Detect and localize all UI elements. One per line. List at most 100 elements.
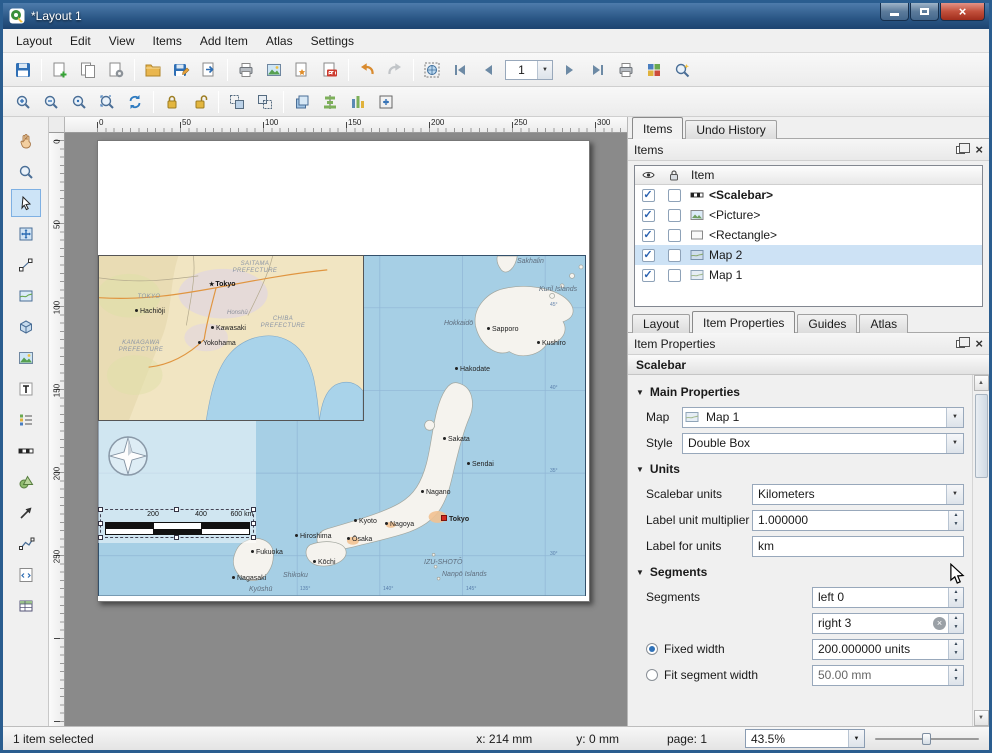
visibility-checkbox[interactable]: ✓ — [642, 269, 655, 282]
slider-handle[interactable] — [922, 733, 931, 745]
lock-checkbox[interactable] — [668, 249, 681, 262]
item-row-map1[interactable]: ✓ Map 1 — [635, 265, 982, 285]
resize-handle[interactable] — [98, 535, 103, 540]
chevron-down-icon[interactable]: ▼ — [946, 485, 963, 504]
first-feature-button[interactable] — [446, 57, 474, 83]
save-project-button[interactable] — [9, 57, 37, 83]
menu-atlas[interactable]: Atlas — [257, 30, 302, 52]
spin-down-icon[interactable]: ▼ — [949, 597, 963, 607]
add-legend-tool[interactable] — [11, 406, 41, 434]
item-row-rectangle[interactable]: ✓ <Rectangle> — [635, 225, 982, 245]
zoom-in-button[interactable] — [9, 89, 37, 115]
next-feature-button[interactable] — [556, 57, 584, 83]
scroll-down-icon[interactable]: ▼ — [974, 710, 989, 726]
resize-handle[interactable] — [251, 535, 256, 540]
chevron-down-icon[interactable]: ▼ — [946, 408, 963, 427]
float-panel-icon[interactable] — [956, 146, 965, 154]
chevron-down-icon[interactable]: ▼ — [946, 434, 963, 453]
add-html-tool[interactable] — [11, 561, 41, 589]
visibility-checkbox[interactable]: ✓ — [642, 249, 655, 262]
menu-layout[interactable]: Layout — [7, 30, 61, 52]
close-panel-icon[interactable]: × — [975, 338, 983, 350]
chevron-down-icon[interactable]: ▼ — [537, 61, 552, 79]
spin-up-icon[interactable]: ▲ — [949, 511, 963, 521]
atlas-page-combo[interactable]: 1 ▼ — [505, 60, 553, 80]
zoom-tool[interactable] — [11, 158, 41, 186]
zoom-full-button[interactable] — [93, 89, 121, 115]
item-row-scalebar[interactable]: ✓ <Scalebar> — [635, 185, 982, 205]
raise-items-button[interactable] — [288, 89, 316, 115]
chevron-down-icon[interactable]: ▼ — [848, 730, 864, 747]
lock-checkbox[interactable] — [668, 229, 681, 242]
maximize-button[interactable] — [910, 3, 939, 21]
tab-guides[interactable]: Guides — [797, 314, 857, 333]
segments-left-spin[interactable]: left 0 ▲▼ — [812, 587, 964, 608]
redo-button[interactable] — [381, 57, 409, 83]
distribute-items-button[interactable] — [344, 89, 372, 115]
visibility-checkbox[interactable]: ✓ — [642, 189, 655, 202]
pan-tool[interactable] — [11, 127, 41, 155]
map1-item[interactable]: SAITAMA PREFECTURE TOKYO ★Tokyo Hachiōji… — [98, 255, 364, 421]
titlebar[interactable]: *Layout 1 × — [3, 3, 989, 29]
properties-scrollbar[interactable]: ▲ ▼ — [972, 375, 989, 726]
zoom-actual-button[interactable] — [65, 89, 93, 115]
add-scalebar-tool[interactable] — [11, 437, 41, 465]
menu-settings[interactable]: Settings — [302, 30, 363, 52]
label-for-units-input[interactable]: km — [752, 536, 964, 557]
layout-manager-button[interactable] — [102, 57, 130, 83]
save-as-template-button[interactable] — [167, 57, 195, 83]
spin-down-icon[interactable]: ▼ — [949, 520, 963, 530]
previous-feature-button[interactable] — [474, 57, 502, 83]
align-items-button[interactable] — [316, 89, 344, 115]
scrollbar-thumb[interactable] — [975, 394, 988, 478]
add-3d-map-tool[interactable] — [11, 313, 41, 341]
vertical-ruler[interactable]: 0 50 100 150 200 250 — [49, 133, 65, 726]
tab-atlas[interactable]: Atlas — [859, 314, 908, 333]
preview-atlas-button[interactable] — [418, 57, 446, 83]
layout-canvas[interactable]: Sakhalin Kuril Islands Sapporo Hokkaidō … — [65, 133, 627, 726]
add-arrow-tool[interactable] — [11, 499, 41, 527]
spin-down-icon[interactable]: ▼ — [949, 623, 963, 633]
export-pdf-button[interactable] — [316, 57, 344, 83]
properties-scroll-area[interactable]: ▼ Main Properties Map Map 1 ▼ — [628, 375, 972, 726]
tab-items[interactable]: Items — [632, 117, 683, 139]
zoom-slider[interactable] — [875, 731, 979, 747]
menu-view[interactable]: View — [100, 30, 144, 52]
print-atlas-button[interactable] — [612, 57, 640, 83]
resize-handle[interactable] — [251, 521, 256, 526]
ungroup-items-button[interactable] — [251, 89, 279, 115]
add-node-item-tool[interactable] — [11, 530, 41, 558]
add-map-tool[interactable] — [11, 282, 41, 310]
lock-checkbox[interactable] — [668, 189, 681, 202]
fit-segment-width-radio[interactable] — [646, 669, 658, 681]
duplicate-layout-button[interactable] — [74, 57, 102, 83]
undo-button[interactable] — [353, 57, 381, 83]
horizontal-ruler[interactable]: 0 50 100 150 200 250 300 — [65, 117, 627, 133]
fit-segment-width-spin[interactable]: 50.00 mm ▲▼ — [812, 665, 964, 686]
float-panel-icon[interactable] — [956, 340, 965, 348]
export-atlas-button[interactable] — [640, 57, 668, 83]
spin-up-icon[interactable]: ▲ — [949, 614, 963, 624]
scalebar-item[interactable]: 200 400 600 km — [100, 509, 254, 538]
add-attribute-table-tool[interactable] — [11, 592, 41, 620]
group-units[interactable]: ▼ Units — [628, 458, 972, 479]
label-unit-multiplier-spin[interactable]: 1.000000 ▲▼ — [752, 510, 964, 531]
fixed-width-radio[interactable] — [646, 643, 658, 655]
print-button[interactable] — [232, 57, 260, 83]
close-panel-icon[interactable]: × — [975, 144, 983, 156]
select-move-tool[interactable] — [11, 189, 41, 217]
north-arrow-item[interactable] — [106, 434, 150, 478]
export-image-button[interactable] — [260, 57, 288, 83]
last-feature-button[interactable] — [584, 57, 612, 83]
spin-up-icon[interactable]: ▲ — [949, 640, 963, 650]
item-row-map2[interactable]: ✓ Map 2 — [635, 245, 982, 265]
resize-items-button[interactable] — [372, 89, 400, 115]
group-main-properties[interactable]: ▼ Main Properties — [628, 381, 972, 402]
spin-down-icon[interactable]: ▼ — [949, 675, 963, 685]
group-segments[interactable]: ▼ Segments — [628, 561, 972, 582]
close-button[interactable]: × — [940, 3, 985, 21]
add-label-tool[interactable] — [11, 375, 41, 403]
add-picture-tool[interactable] — [11, 344, 41, 372]
style-combo[interactable]: Double Box ▼ — [682, 433, 964, 454]
tab-undo-history[interactable]: Undo History — [685, 120, 776, 139]
